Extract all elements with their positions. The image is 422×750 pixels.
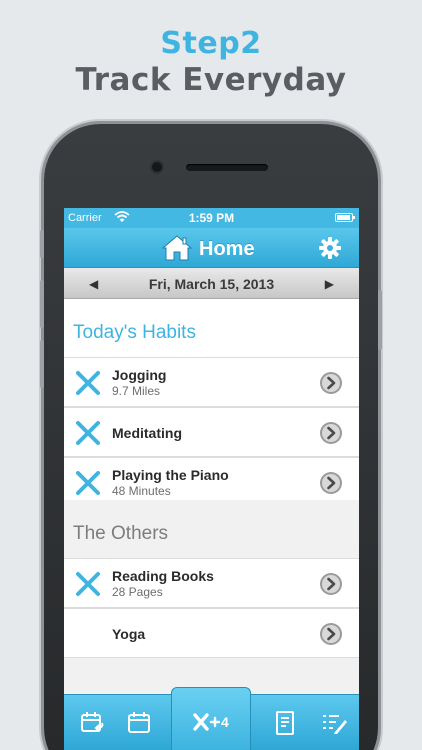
next-day-button[interactable]: ▶ [325,277,334,291]
habit-row-yoga[interactable]: Yoga [64,608,359,658]
check-count-icon [193,713,220,731]
habit-row-reading-books[interactable]: Reading Books 28 Pages [64,558,359,608]
calendar-repeat-icon [81,712,104,732]
camera-icon [152,162,162,172]
check-x-icon[interactable] [75,370,101,396]
status-time: 1:59 PM [188,211,235,225]
section-title-the-others: The Others [73,523,169,544]
habit-name: Jogging [112,367,167,383]
chevron-right-icon[interactable] [319,471,343,495]
nav-title: Home [199,238,255,260]
status-bar: Carrier 1:59 PM [64,208,359,228]
tab-bar: 4 [64,687,359,750]
habit-row-jogging[interactable]: Jogging 9.7 Miles [64,357,359,407]
habit-detail: 48 Minutes [112,484,171,498]
habit-detail: 9.7 Miles [112,384,161,398]
habit-name: Playing the Piano [112,467,229,483]
promo-title: Track Everyday [75,62,347,98]
check-x-icon[interactable] [75,470,101,496]
date-bar: ◀ Fri, March 15, 2013 ▶ [64,268,359,299]
battery-icon [335,213,355,222]
power-button [378,290,382,350]
app-screen: Carrier 1:59 PM Home ◀ Fri, March 15, 20… [64,208,359,750]
speaker-grille [186,164,268,171]
check-x-icon[interactable] [75,571,101,597]
chevron-right-icon[interactable] [319,421,343,445]
calendar-icon [128,712,150,733]
section-title-todays-habits: Today's Habits [73,322,196,343]
volume-up-button [40,280,44,328]
habit-name: Yoga [112,626,146,642]
chevron-right-icon[interactable] [319,371,343,395]
habit-name: Reading Books [112,568,214,584]
tab-report[interactable] [260,695,308,750]
others-section: The Others Reading Books 28 Pages Yoga [64,500,359,694]
check-x-icon[interactable] [75,420,101,446]
nav-bar: Home [64,228,359,268]
tab-calendar[interactable] [114,695,162,750]
todays-habits-section: Today's Habits Jogging 9.7 Miles Meditat… [64,299,359,507]
volume-down-button [40,340,44,388]
chevron-right-icon[interactable] [319,622,343,646]
tab-calendar-repeat[interactable] [68,695,116,750]
promo-step-label: Step2 [160,26,262,61]
tracked-count-badge: 4 [221,714,229,730]
tab-track[interactable]: 4 [171,687,251,750]
tab-edit-list[interactable] [309,695,357,750]
list-edit-icon [323,715,347,734]
gear-icon[interactable] [319,237,341,259]
mute-switch [40,230,44,258]
document-icon [276,711,294,735]
habit-detail: 28 Pages [112,585,163,599]
current-date: Fri, March 15, 2013 [148,276,275,292]
chevron-right-icon[interactable] [319,572,343,596]
home-icon[interactable] [162,234,192,262]
habit-row-meditating[interactable]: Meditating [64,407,359,457]
habit-name: Meditating [112,425,182,441]
